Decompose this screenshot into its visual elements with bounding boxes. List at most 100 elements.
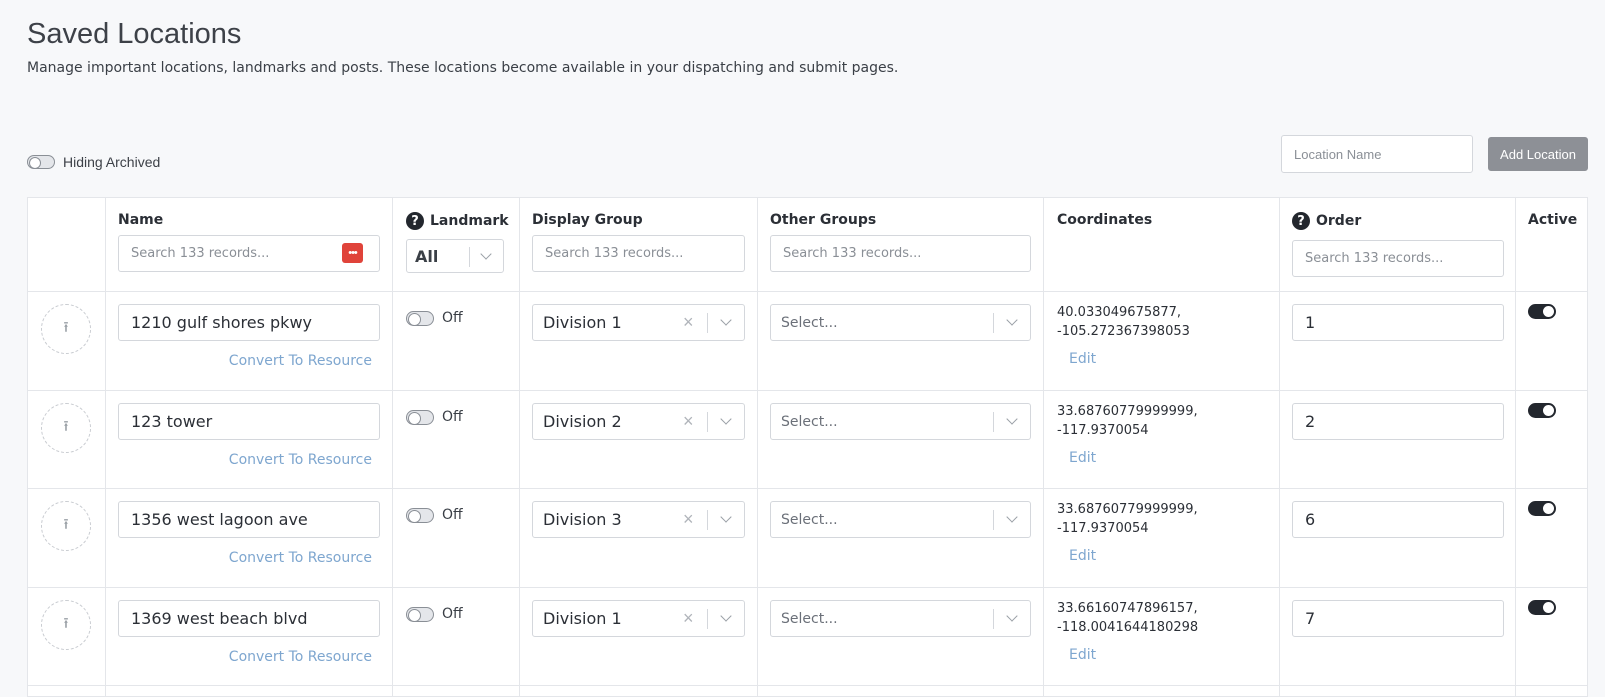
- landmark-state: Off: [442, 606, 463, 622]
- coordinate-longitude: -105.272367398053: [1057, 324, 1190, 339]
- other-groups-placeholder: Select...: [781, 512, 838, 528]
- header-name-label: Name: [118, 212, 164, 228]
- column-divider: [392, 198, 393, 696]
- order-field[interactable]: 2: [1292, 403, 1504, 440]
- coordinates-text: 40.033049675877, -105.272367398053: [1057, 303, 1190, 341]
- edit-coordinates-link[interactable]: Edit: [1069, 548, 1096, 564]
- chevron-down-icon[interactable]: [720, 511, 732, 523]
- select-separator: [993, 510, 994, 530]
- edit-coordinates-link[interactable]: Edit: [1069, 450, 1096, 466]
- select-separator: [993, 313, 994, 333]
- header-order-label: Order: [1316, 213, 1362, 229]
- other-groups-select[interactable]: Select...: [770, 501, 1031, 538]
- header-active-label: Active: [1528, 212, 1578, 228]
- other-groups-placeholder: Select...: [781, 611, 838, 627]
- location-name-input[interactable]: [1281, 135, 1473, 173]
- chevron-down-icon[interactable]: [1006, 511, 1018, 523]
- locations-table: Name ? Landmark Display Group Other Grou…: [27, 197, 1588, 697]
- chevron-down-icon[interactable]: [720, 610, 732, 622]
- clear-x-icon[interactable]: ×: [683, 608, 694, 629]
- more-options-icon[interactable]: •••: [342, 243, 363, 263]
- row-divider: [28, 685, 1587, 686]
- chevron-down-icon[interactable]: [1006, 314, 1018, 326]
- help-circle-icon[interactable]: ?: [406, 212, 424, 230]
- landmark-toggle[interactable]: Off: [406, 310, 463, 326]
- order-field[interactable]: 1: [1292, 304, 1504, 341]
- coordinates-text: 33.68760779999999, -117.9370054: [1057, 402, 1198, 440]
- column-divider: [757, 198, 758, 696]
- edit-coordinates-link[interactable]: Edit: [1069, 647, 1096, 663]
- chevron-down-icon[interactable]: [720, 413, 732, 425]
- header-order: ? Order: [1292, 212, 1361, 230]
- active-toggle[interactable]: [1528, 600, 1556, 615]
- toggle-switch[interactable]: [406, 507, 434, 523]
- archived-toggle[interactable]: [27, 155, 55, 169]
- select-separator: [707, 412, 708, 432]
- clear-x-icon[interactable]: ×: [683, 411, 694, 432]
- header-display-group: Display Group: [532, 212, 643, 228]
- other-groups-search-input[interactable]: [770, 235, 1031, 272]
- active-toggle[interactable]: [1528, 403, 1556, 418]
- toggle-switch[interactable]: [406, 310, 434, 326]
- landmark-state: Off: [442, 409, 463, 425]
- landmark-toggle[interactable]: Off: [406, 606, 463, 622]
- order-field[interactable]: 7: [1292, 600, 1504, 637]
- other-groups-select[interactable]: Select...: [770, 600, 1031, 637]
- other-groups-placeholder: Select...: [781, 414, 838, 430]
- landmark-toggle[interactable]: Off: [406, 409, 463, 425]
- toggle-switch[interactable]: [406, 606, 434, 622]
- location-name-field[interactable]: 123 tower: [118, 403, 380, 440]
- upload-button[interactable]: ⭱: [41, 403, 91, 453]
- display-group-select[interactable]: Division 3 ×: [532, 501, 745, 538]
- landmark-toggle[interactable]: Off: [406, 507, 463, 523]
- other-groups-select[interactable]: Select...: [770, 304, 1031, 341]
- display-group-select[interactable]: Division 1 ×: [532, 600, 745, 637]
- chevron-down-icon[interactable]: [720, 314, 732, 326]
- row-divider: [28, 390, 1587, 391]
- row-divider: [28, 488, 1587, 489]
- display-group-select[interactable]: Division 1 ×: [532, 304, 745, 341]
- chevron-down-icon[interactable]: [1006, 413, 1018, 425]
- convert-to-resource-link[interactable]: Convert To Resource: [228, 649, 372, 665]
- convert-to-resource-link[interactable]: Convert To Resource: [228, 550, 372, 566]
- upload-button[interactable]: ⭱: [41, 501, 91, 551]
- column-divider: [1043, 198, 1044, 696]
- display-group-value: Division 3: [543, 510, 622, 529]
- header-active: Active: [1528, 212, 1577, 228]
- name-search-input[interactable]: [118, 235, 380, 272]
- chevron-down-icon: [480, 248, 492, 260]
- display-group-select[interactable]: Division 2 ×: [532, 403, 745, 440]
- clear-x-icon[interactable]: ×: [683, 509, 694, 530]
- edit-coordinates-link[interactable]: Edit: [1069, 351, 1096, 367]
- location-name-field[interactable]: 1369 west beach blvd: [118, 600, 380, 637]
- coordinate-longitude: -117.9370054: [1057, 423, 1149, 438]
- location-name-field[interactable]: 1210 gulf shores pkwy: [118, 304, 380, 341]
- other-groups-select[interactable]: Select...: [770, 403, 1031, 440]
- select-separator: [707, 313, 708, 333]
- upload-button[interactable]: ⭱: [41, 600, 91, 650]
- upload-button[interactable]: ⭱: [41, 304, 91, 354]
- active-toggle[interactable]: [1528, 304, 1556, 319]
- landmark-filter-select[interactable]: All: [406, 239, 504, 273]
- archived-toggle-group[interactable]: Hiding Archived: [27, 154, 160, 170]
- coordinate-latitude: 33.68760779999999,: [1057, 404, 1198, 419]
- add-location-button[interactable]: Add Location: [1488, 137, 1588, 171]
- convert-to-resource-link[interactable]: Convert To Resource: [228, 353, 372, 369]
- archived-label: Hiding Archived: [63, 154, 161, 170]
- display-group-search-input[interactable]: [532, 235, 745, 272]
- landmark-state: Off: [442, 310, 463, 326]
- display-group-value: Division 1: [543, 609, 622, 628]
- chevron-down-icon[interactable]: [1006, 610, 1018, 622]
- clear-x-icon[interactable]: ×: [683, 312, 694, 333]
- coordinates-text: 33.66160747896157, -118.0041644180298: [1057, 599, 1198, 637]
- location-name-field[interactable]: 1356 west lagoon ave: [118, 501, 380, 538]
- convert-to-resource-link[interactable]: Convert To Resource: [228, 452, 372, 468]
- order-search-input[interactable]: [1292, 240, 1504, 277]
- header-other-groups: Other Groups: [770, 212, 876, 228]
- help-circle-icon[interactable]: ?: [1292, 212, 1310, 230]
- active-toggle[interactable]: [1528, 501, 1556, 516]
- order-field[interactable]: 6: [1292, 501, 1504, 538]
- header-landmark: ? Landmark: [406, 212, 509, 230]
- coordinate-latitude: 33.68760779999999,: [1057, 502, 1198, 517]
- toggle-switch[interactable]: [406, 409, 434, 425]
